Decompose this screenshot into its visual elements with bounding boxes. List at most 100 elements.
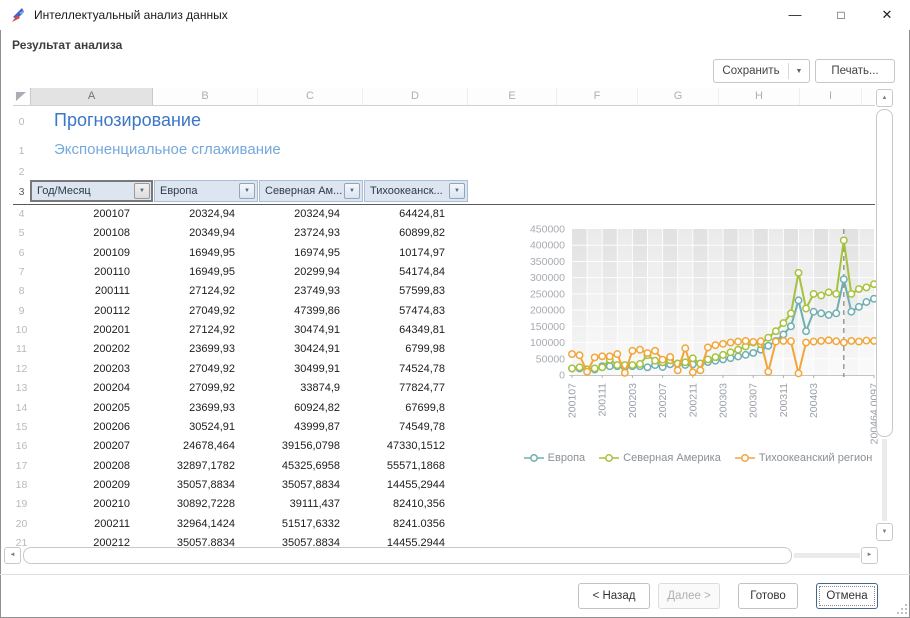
maximize-button[interactable]: □	[818, 0, 864, 30]
grid-cell[interactable]: 27124,92	[153, 321, 258, 340]
row-number[interactable]: 2	[13, 164, 30, 180]
grid-cell[interactable]: 30499,91	[258, 360, 363, 379]
grid-cell[interactable]: 27099,92	[153, 379, 258, 398]
grid-cell[interactable]: 8241.0356	[363, 515, 468, 534]
grid-cell[interactable]: 33874,9	[258, 379, 363, 398]
resize-grip[interactable]	[897, 604, 907, 614]
grid-cell[interactable]: 39111,437	[258, 495, 363, 514]
grid-cell[interactable]: 200207	[30, 437, 153, 456]
column-header-D[interactable]: D	[363, 88, 468, 105]
grid-cell[interactable]: 200208	[30, 457, 153, 476]
grid-cell[interactable]: 200204	[30, 379, 153, 398]
filter-header-north-america[interactable]: Северная Ам... ▼	[259, 180, 363, 202]
scroll-left-button[interactable]: ◄	[4, 547, 21, 564]
grid-cell[interactable]: 74549,78	[363, 418, 468, 437]
grid-cell[interactable]: 200109	[30, 244, 153, 263]
filter-dropdown-icon[interactable]: ▼	[344, 183, 360, 199]
grid-cell[interactable]: 82410,356	[363, 495, 468, 514]
column-header-H[interactable]: H	[719, 88, 800, 105]
filter-header-year-month[interactable]: Год/Месяц ▼	[30, 180, 153, 202]
column-header-B[interactable]: B	[153, 88, 258, 105]
row-number[interactable]: 8	[13, 282, 30, 301]
grid-cell[interactable]: 200202	[30, 340, 153, 359]
grid-cell[interactable]: 200210	[30, 495, 153, 514]
grid-cell[interactable]: 200108	[30, 224, 153, 243]
scroll-right-button[interactable]: ►	[861, 547, 878, 564]
grid-cell[interactable]: 67699,8	[363, 399, 468, 418]
vertical-scrollbar-thumb[interactable]	[876, 109, 893, 437]
horizontal-scrollbar-track[interactable]	[794, 553, 860, 558]
column-header-E[interactable]: E	[468, 88, 557, 105]
row-number[interactable]: 19	[13, 495, 30, 514]
grid-cell[interactable]: 39156,0798	[258, 437, 363, 456]
grid-cell[interactable]: 32897,1782	[153, 457, 258, 476]
row-number[interactable]: 11	[13, 340, 30, 359]
vertical-scrollbar-track[interactable]	[882, 439, 887, 521]
grid-cell[interactable]: 20299,94	[258, 263, 363, 282]
grid-cell[interactable]: 57474,83	[363, 302, 468, 321]
grid-cell[interactable]: 77824,77	[363, 379, 468, 398]
row-number[interactable]: 1	[13, 138, 30, 164]
column-header-C[interactable]: C	[258, 88, 363, 105]
grid-cell[interactable]: 20324,94	[153, 205, 258, 224]
column-header-A[interactable]: A	[30, 88, 153, 105]
horizontal-scrollbar-thumb[interactable]	[23, 547, 792, 564]
grid-cell[interactable]: 32964,1424	[153, 515, 258, 534]
grid-cell[interactable]: 16974,95	[258, 244, 363, 263]
report-title[interactable]: Прогнозирование	[54, 110, 201, 131]
column-header-G[interactable]: G	[638, 88, 719, 105]
grid-cell[interactable]: 47399,86	[258, 302, 363, 321]
row-number[interactable]: 15	[13, 418, 30, 437]
grid-cell[interactable]: 200203	[30, 360, 153, 379]
grid-cell[interactable]: 200107	[30, 205, 153, 224]
grid-cell[interactable]: 35057,8834	[258, 476, 363, 495]
grid-cell[interactable]: 30892,7228	[153, 495, 258, 514]
grid-cell[interactable]: 30424,91	[258, 340, 363, 359]
grid-cell[interactable]: 200211	[30, 515, 153, 534]
grid-cell[interactable]: 16949,95	[153, 263, 258, 282]
grid-cell[interactable]: 23749,93	[258, 282, 363, 301]
grid-cell[interactable]: 6799,98	[363, 340, 468, 359]
filter-dropdown-icon[interactable]: ▼	[134, 183, 150, 199]
minimize-button[interactable]: —	[772, 0, 818, 30]
grid-cell[interactable]: 200205	[30, 399, 153, 418]
grid-cell[interactable]: 57599,83	[363, 282, 468, 301]
grid-cell[interactable]: 45325,6958	[258, 457, 363, 476]
row-number[interactable]: 3	[13, 180, 30, 204]
row-number[interactable]: 4	[13, 205, 30, 224]
filter-dropdown-icon[interactable]: ▼	[239, 183, 255, 199]
row-number[interactable]: 14	[13, 399, 30, 418]
row-number[interactable]: 20	[13, 515, 30, 534]
row-number[interactable]: 13	[13, 379, 30, 398]
scroll-down-button[interactable]: ▼	[876, 523, 893, 541]
row-number[interactable]: 9	[13, 302, 30, 321]
grid-cell[interactable]: 60924,82	[258, 399, 363, 418]
grid-cell[interactable]: 20324,94	[258, 205, 363, 224]
grid-cell[interactable]: 200110	[30, 263, 153, 282]
row-number[interactable]: 0	[13, 106, 30, 138]
grid-cell[interactable]: 14455,2944	[363, 534, 468, 546]
column-header-F[interactable]: F	[557, 88, 638, 105]
grid-cell[interactable]: 60899,82	[363, 224, 468, 243]
grid-cell[interactable]: 35057,8834	[153, 476, 258, 495]
grid-cell[interactable]: 27124,92	[153, 282, 258, 301]
grid-cell[interactable]: 24678,464	[153, 437, 258, 456]
grid-cell[interactable]: 23699,93	[153, 399, 258, 418]
row-number[interactable]: 18	[13, 476, 30, 495]
grid-cell[interactable]: 64424,81	[363, 205, 468, 224]
grid-cell[interactable]: 27049,92	[153, 360, 258, 379]
grid-cell[interactable]: 74524,78	[363, 360, 468, 379]
next-button[interactable]: Далее >	[658, 583, 720, 609]
row-number[interactable]: 7	[13, 263, 30, 282]
row-number[interactable]: 5	[13, 224, 30, 243]
select-all-corner[interactable]	[13, 88, 30, 106]
row-number[interactable]: 21	[13, 534, 30, 546]
grid-cell[interactable]: 30524,91	[153, 418, 258, 437]
grid-cell[interactable]: 14455,2944	[363, 476, 468, 495]
grid-cell[interactable]: 43999,87	[258, 418, 363, 437]
save-dropdown-icon[interactable]: ▼	[789, 68, 809, 75]
cancel-button[interactable]: Отмена	[816, 583, 878, 609]
grid-cell[interactable]: 35057,8834	[258, 534, 363, 546]
grid-cell[interactable]: 23699,93	[153, 340, 258, 359]
filter-header-pacific[interactable]: Тихоокеанск... ▼	[364, 180, 468, 202]
